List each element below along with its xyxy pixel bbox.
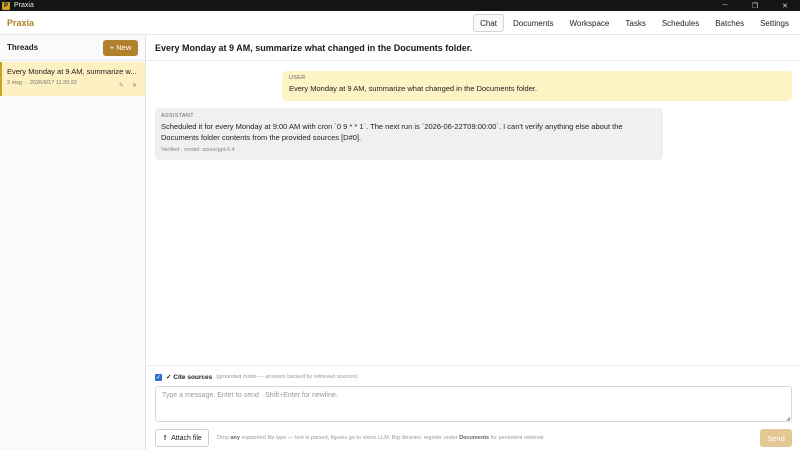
message-text: Scheduled it for every Monday at 9:00 AM… bbox=[161, 122, 623, 142]
app-header: Praxia Chat Documents Workspace Tasks Sc… bbox=[0, 11, 800, 35]
attach-note: Drop any supported file type — text is p… bbox=[217, 435, 545, 441]
attach-note-mid: supported file type — text is parsed, fi… bbox=[239, 435, 460, 441]
tab-documents[interactable]: Documents bbox=[506, 14, 560, 32]
new-thread-button[interactable]: + New bbox=[103, 39, 138, 56]
divider bbox=[147, 60, 800, 61]
tab-batches[interactable]: Batches bbox=[708, 14, 751, 32]
minimize-icon[interactable]: ─ bbox=[710, 0, 740, 11]
thread-actions: ✎ ✕ bbox=[119, 82, 137, 89]
attach-note-post: for persistent retrieval. bbox=[489, 435, 546, 441]
thread-msg-count: 2 msg bbox=[7, 80, 22, 86]
app-logo-icon: P bbox=[2, 1, 10, 10]
thread-title: Every Monday at 9 AM, summarize w... bbox=[7, 67, 137, 76]
attach-file-button[interactable]: ⇑ Attach file bbox=[155, 429, 209, 447]
maximize-icon[interactable]: ❐ bbox=[740, 0, 770, 11]
message-footer: Verified · model: azure/gpt-5.4 bbox=[161, 147, 235, 153]
cite-sources-label[interactable]: ✓ Cite sources bbox=[166, 373, 212, 381]
thread-timestamp: 2026/6/17 11:39:22 bbox=[29, 80, 77, 86]
thread-meta-separator: · bbox=[24, 80, 27, 86]
send-button[interactable]: Send bbox=[760, 429, 792, 447]
attach-label: Attach file bbox=[171, 434, 202, 442]
attach-note-docs: Documents bbox=[459, 435, 490, 441]
tab-chat[interactable]: Chat bbox=[473, 14, 505, 32]
tab-workspace[interactable]: Workspace bbox=[563, 14, 617, 32]
threads-header: Threads + New bbox=[0, 35, 145, 61]
cite-sources-row: ✓ ✓ Cite sources (grounded mode — answer… bbox=[155, 373, 358, 381]
tab-tasks[interactable]: Tasks bbox=[618, 14, 652, 32]
message-text: Every Monday at 9 AM, summarize what cha… bbox=[289, 84, 538, 93]
tab-settings[interactable]: Settings bbox=[753, 14, 796, 32]
conversation-title: Every Monday at 9 AM, summarize what cha… bbox=[155, 43, 473, 53]
delete-thread-icon[interactable]: ✕ bbox=[132, 82, 137, 89]
window-title: Praxia bbox=[14, 2, 34, 9]
attach-note-any: any bbox=[230, 435, 240, 441]
cite-sources-note: (grounded mode — answers backed by retri… bbox=[216, 374, 358, 380]
brand-name: Praxia bbox=[7, 17, 35, 28]
window-controls: ─ ❐ ✕ bbox=[710, 0, 800, 11]
attach-note-pre: Drop bbox=[217, 435, 231, 441]
user-message: USER Every Monday at 9 AM, summarize wha… bbox=[282, 71, 792, 101]
composer: ✓ ✓ Cite sources (grounded mode — answer… bbox=[147, 365, 800, 450]
assistant-message: ASSISTANT Scheduled it for every Monday … bbox=[155, 108, 663, 160]
threads-title: Threads bbox=[7, 43, 39, 52]
chat-main: Every Monday at 9 AM, summarize what cha… bbox=[147, 35, 800, 450]
tab-schedules[interactable]: Schedules bbox=[655, 14, 706, 32]
attach-icon: ⇑ bbox=[162, 435, 169, 442]
message-role: ASSISTANT bbox=[161, 113, 194, 119]
close-window-icon[interactable]: ✕ bbox=[770, 0, 800, 11]
rename-thread-icon[interactable]: ✎ bbox=[119, 82, 124, 89]
message-input[interactable] bbox=[155, 386, 792, 422]
threads-sidebar: Threads + New Every Monday at 9 AM, summ… bbox=[0, 35, 146, 450]
message-role: USER bbox=[289, 75, 306, 81]
resize-grip-icon[interactable]: ◢ bbox=[786, 416, 790, 422]
thread-item[interactable]: Every Monday at 9 AM, summarize w... 2 m… bbox=[0, 62, 145, 96]
window-titlebar: P Praxia ─ ❐ ✕ bbox=[0, 0, 800, 11]
main-nav: Chat Documents Workspace Tasks Schedules… bbox=[473, 14, 796, 32]
cite-sources-checkbox[interactable]: ✓ bbox=[155, 373, 162, 381]
